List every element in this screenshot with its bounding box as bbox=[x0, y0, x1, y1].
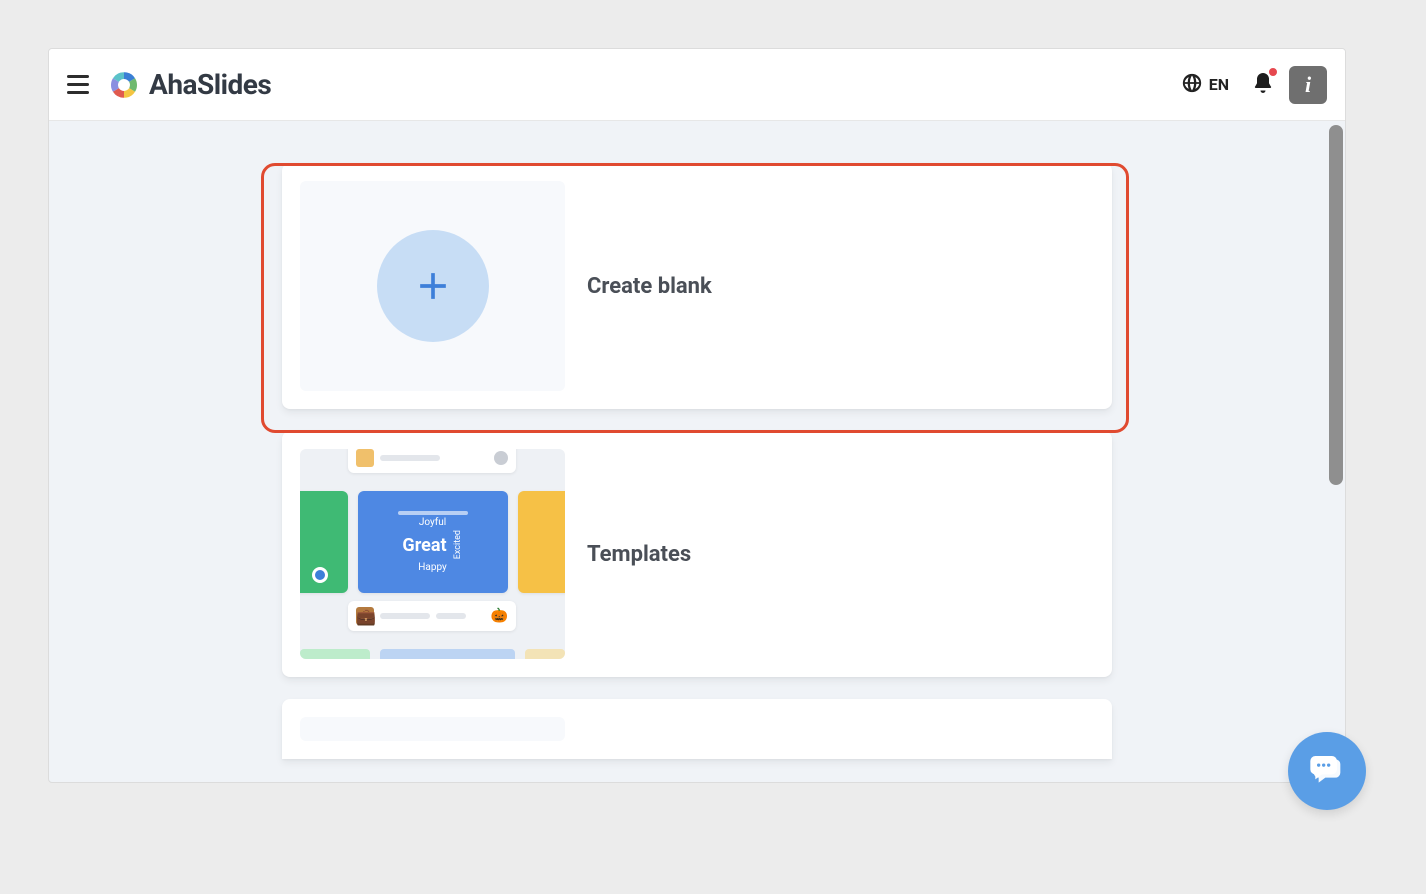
templates-label: Templates bbox=[587, 542, 691, 567]
language-switcher[interactable]: EN bbox=[1181, 72, 1229, 98]
scrollbar-thumb[interactable] bbox=[1329, 125, 1343, 485]
menu-icon[interactable] bbox=[65, 73, 91, 97]
templates-thumb: Joyful Great Excited Happy 💼 bbox=[300, 449, 565, 659]
chat-icon bbox=[1307, 751, 1347, 791]
plus-icon bbox=[377, 230, 489, 342]
templates-card[interactable]: Joyful Great Excited Happy 💼 bbox=[282, 431, 1112, 677]
app-frame: AhaSlides EN i bbox=[48, 48, 1346, 783]
chat-button[interactable] bbox=[1288, 732, 1366, 810]
info-button[interactable]: i bbox=[1289, 66, 1327, 104]
next-card-peek[interactable] bbox=[282, 699, 1112, 759]
create-blank-label: Create blank bbox=[587, 274, 712, 299]
template-word-top: Joyful bbox=[419, 517, 446, 528]
notifications-button[interactable] bbox=[1251, 70, 1275, 100]
brand-logo[interactable]: AhaSlides bbox=[107, 68, 271, 102]
template-word-side: Excited bbox=[453, 530, 463, 559]
logo-icon bbox=[107, 68, 141, 102]
create-blank-thumb bbox=[300, 181, 565, 391]
language-label: EN bbox=[1209, 75, 1229, 94]
content-area: Create blank bbox=[49, 121, 1345, 782]
create-blank-card[interactable]: Create blank bbox=[282, 163, 1112, 409]
info-icon: i bbox=[1305, 72, 1311, 98]
globe-icon bbox=[1181, 72, 1203, 98]
header: AhaSlides EN i bbox=[49, 49, 1345, 121]
brand-name: AhaSlides bbox=[149, 68, 271, 101]
notification-dot bbox=[1269, 68, 1277, 76]
template-word-bottom: Happy bbox=[418, 562, 446, 573]
template-word-main: Great bbox=[402, 535, 446, 556]
